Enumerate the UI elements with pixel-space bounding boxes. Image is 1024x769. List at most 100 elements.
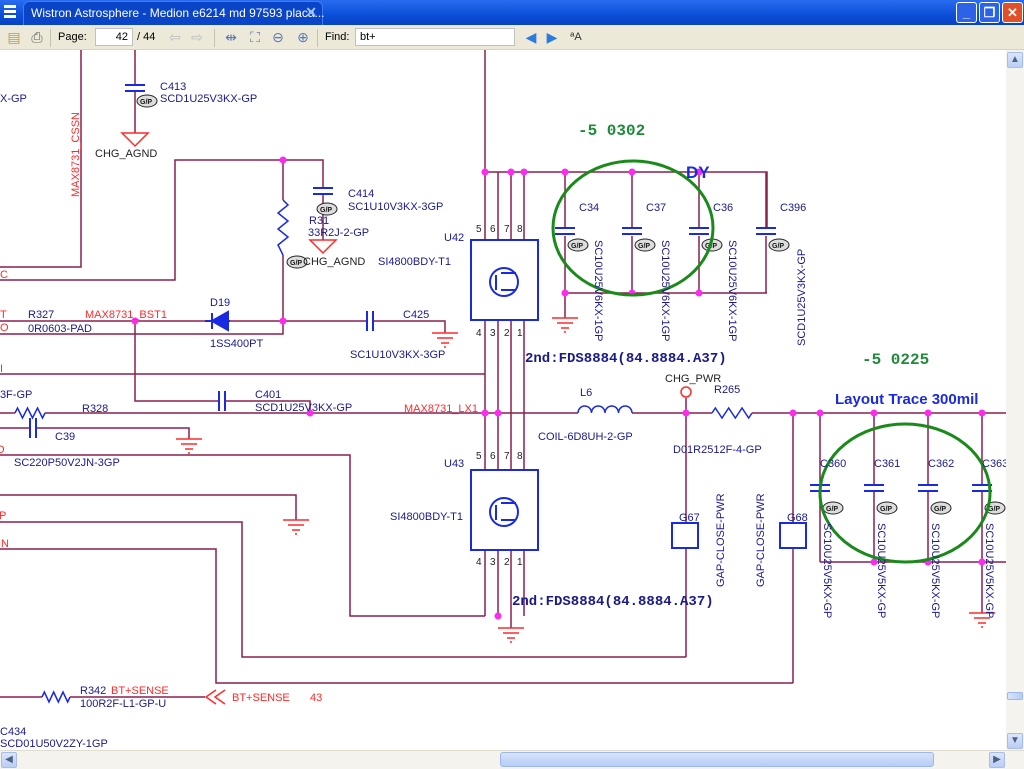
gp-badge-text: G/P <box>772 243 784 250</box>
schematic-canvas[interactable]: G/P G/P G/P G/P G/P G/P G/P G/P G/P G/P G/P X-GP C… <box>0 50 1006 750</box>
c413-value: SCD1U25V3KX-GP <box>160 93 257 105</box>
pin-number: 7 <box>504 451 510 462</box>
net-t: T <box>0 309 7 321</box>
pin-number: 8 <box>517 451 523 462</box>
note-0302: -5 0302 <box>578 122 645 140</box>
gp-badge-text: G/P <box>880 506 892 513</box>
document-tab-title: Wistron Astrosphere - Medion e6214 md 97… <box>31 6 325 20</box>
net-flag <box>680 386 692 398</box>
agnd-symbol <box>308 239 338 255</box>
print-icon[interactable]: ⎙ <box>29 29 45 45</box>
menu-icon[interactable] <box>4 5 16 19</box>
minimize-button[interactable]: _ <box>956 2 977 23</box>
document-tab[interactable]: Wistron Astrosphere - Medion e6214 md 97… <box>23 1 325 25</box>
page-input[interactable]: 42 <box>95 28 133 46</box>
zoom-in-icon[interactable]: ⊕ <box>295 29 311 45</box>
junction-dot <box>494 409 502 417</box>
pin-number: 3 <box>490 557 496 568</box>
agnd-symbol <box>120 132 150 148</box>
page-total: / 44 <box>137 31 156 43</box>
pin-number: 6 <box>490 224 496 235</box>
wire <box>0 50 82 268</box>
find-prev-icon[interactable]: ◀ <box>523 29 539 45</box>
l6-value: COIL-6D8UH-2-GP <box>538 431 633 443</box>
junction-dot <box>481 409 489 417</box>
l6-ref: L6 <box>580 387 592 399</box>
pin-number: 4 <box>476 328 482 339</box>
find-input[interactable]: bt+ <box>355 28 515 46</box>
cap-value: SCD1U25V3KX-GP <box>796 249 808 346</box>
gp-badge-text: G/P <box>934 506 946 513</box>
gap-pad <box>671 522 699 549</box>
restore-button[interactable]: ❐ <box>979 2 1000 23</box>
note-0225: -5 0225 <box>862 351 929 369</box>
match-case-icon[interactable]: ªA <box>568 29 584 45</box>
find-next-icon[interactable]: ▶ <box>544 29 560 45</box>
cap-value: SC10U25V6KX-1GP <box>592 240 604 342</box>
fit-page-icon[interactable]: ⛶ <box>247 29 263 45</box>
chg-agnd-label: CHG_AGND <box>95 148 157 160</box>
wire <box>134 321 218 402</box>
pin-number: 6 <box>490 451 496 462</box>
prev-page-icon[interactable]: ⇦ <box>167 29 183 45</box>
r31-value: 33R2J-2-GP <box>308 227 369 239</box>
c39-value: SC220P50V2JN-3GP <box>14 457 120 469</box>
horizontal-scroll-thumb[interactable] <box>500 752 934 767</box>
c401-value: SCD1U25V3KX-GP <box>255 402 352 414</box>
next-page-icon[interactable]: ⇨ <box>189 29 205 45</box>
junction-dot <box>520 168 528 176</box>
scroll-left-button[interactable]: ◀ <box>1 752 17 768</box>
pin-number: 1 <box>517 557 523 568</box>
toolbar: ▤ ⎙ Page: 42 / 44 ⇦ ⇨ ⇹ ⛶ ⊖ ⊕ Find: bt+ … <box>0 25 1024 50</box>
zoom-out-icon[interactable]: ⊖ <box>270 29 286 45</box>
scroll-right-button[interactable]: ▶ <box>989 752 1005 768</box>
cap-ref: C362 <box>928 458 954 470</box>
offpage-bt-sense[interactable]: BT+SENSE <box>232 692 290 704</box>
c434-ref: C434 <box>0 726 26 738</box>
net-bst1: MAX8731_BST1 <box>85 309 167 321</box>
gp-badge-text: G/P <box>140 99 152 106</box>
scroll-up-button[interactable]: ▲ <box>1007 52 1023 68</box>
cap-ref: C36 <box>713 202 733 214</box>
fit-width-icon[interactable]: ⇹ <box>223 29 239 45</box>
net-i: I <box>0 363 3 375</box>
r342-ref: R342 <box>80 685 106 697</box>
mosfet-package <box>470 239 539 321</box>
r265-value: D01R2512F-4-GP <box>673 444 762 456</box>
gp-badge-text: G/P <box>571 243 583 250</box>
mosfet-package <box>470 469 539 551</box>
find-label: Find: <box>325 31 350 43</box>
vertical-scroll-thumb[interactable] <box>1007 692 1023 700</box>
edge-label: X-GP <box>0 93 27 105</box>
close-button[interactable]: ✕ <box>1002 2 1023 23</box>
pin-number: 7 <box>504 224 510 235</box>
r342-value: 100R2F-L1-GP-U <box>80 698 166 710</box>
junction-dot <box>978 409 986 417</box>
vertical-scrollbar[interactable]: ▲ ▼ <box>1006 50 1024 750</box>
close-tab-icon[interactable]: ✕ <box>305 4 317 21</box>
junction-dot <box>695 289 703 297</box>
cap-value: SC10U25V5KX-GP <box>875 523 887 618</box>
r327-ref: R327 <box>28 309 54 321</box>
g68-value: GAP-CLOSE-PWR <box>755 493 767 587</box>
cap-ref: C363 <box>982 458 1006 470</box>
horizontal-scrollbar[interactable]: ◀ ▶ <box>0 750 1024 769</box>
g67-value: GAP-CLOSE-PWR <box>715 493 727 587</box>
alt-part-note-2: 2nd:FDS8884(84.8884.A37) <box>512 594 714 610</box>
ground-symbol <box>498 627 524 643</box>
pin-number: 5 <box>476 451 482 462</box>
open-icon[interactable]: ▤ <box>6 29 22 45</box>
net-bt-sense: BT+SENSE <box>111 685 169 697</box>
annotation-ellipse-right <box>818 422 992 564</box>
scroll-down-button[interactable]: ▼ <box>1007 733 1023 749</box>
net-o: O <box>0 322 9 334</box>
wire <box>0 521 686 658</box>
c413-ref: C413 <box>160 81 186 93</box>
d19-ref: D19 <box>210 297 230 309</box>
offpage-page-ref[interactable]: 43 <box>310 692 322 704</box>
cap-value: SC10U25V6KX-1GP <box>726 240 738 342</box>
page-label: Page: <box>58 31 87 43</box>
net-in: IN <box>0 538 9 550</box>
junction-dot <box>816 409 824 417</box>
inductor <box>577 405 633 414</box>
